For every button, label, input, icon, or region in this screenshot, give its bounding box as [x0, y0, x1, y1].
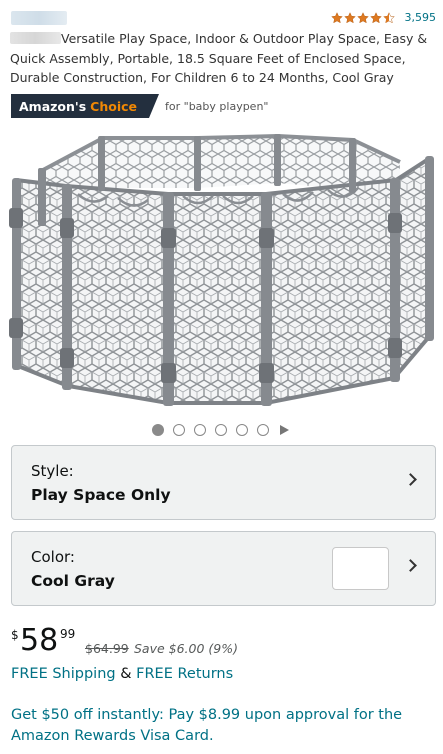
brand-link-blurred[interactable]: [11, 11, 67, 25]
price-cents: 99: [60, 627, 76, 641]
badge-accent: Choice: [90, 98, 138, 114]
free-returns-link[interactable]: FREE Returns: [136, 666, 233, 682]
product-title: Versatile Play Space, Indoor & Outdoor P…: [10, 29, 433, 88]
badge-prefix: Amazon's: [19, 98, 87, 114]
star-icon: [369, 11, 382, 23]
back-panel: [103, 138, 198, 188]
image-pager[interactable]: [152, 424, 289, 436]
star-icon: [343, 11, 356, 23]
free-shipping-link[interactable]: FREE Shipping: [11, 666, 116, 682]
style-selector[interactable]: Style: Play Space Only: [11, 445, 436, 520]
star-icon: [330, 11, 343, 23]
list-price: $64.99: [85, 641, 129, 656]
rewards-card-promo-link[interactable]: Get $50 off instantly: Pay $8.99 upon ap…: [11, 705, 436, 747]
color-swatch: [332, 547, 389, 590]
price-block: $ 58 99 $64.99 Save $6.00 (9%): [11, 624, 431, 660]
pager-dot[interactable]: [215, 424, 227, 436]
price-dollars: 58: [20, 623, 59, 658]
color-selector[interactable]: Color: Cool Gray: [11, 531, 436, 606]
front-panel: [66, 186, 168, 403]
badge-tail-shape: [149, 94, 160, 118]
half-star-icon: [382, 11, 395, 23]
rating[interactable]: 3,595: [330, 11, 437, 24]
choice-keyword: for "baby playpen": [165, 99, 269, 113]
style-value: Play Space Only: [31, 486, 171, 504]
shipping-line: FREE Shipping & FREE Returns: [11, 666, 233, 682]
brand-name-blurred: [10, 32, 61, 44]
front-panel: [266, 180, 396, 403]
price-currency: $: [11, 628, 19, 642]
amazons-choice-badge[interactable]: Amazon's Choice: [11, 94, 150, 118]
product-image-playpen[interactable]: [8, 128, 436, 416]
shipping-joiner: &: [120, 666, 132, 682]
pager-dot[interactable]: [194, 424, 206, 436]
style-label: Style:: [31, 462, 74, 480]
pager-dot[interactable]: [152, 424, 164, 436]
back-panel: [198, 136, 278, 188]
color-label: Color:: [31, 548, 75, 566]
pager-dot[interactable]: [236, 424, 248, 436]
product-title-text: Versatile Play Space, Indoor & Outdoor P…: [10, 31, 428, 85]
back-panel: [278, 136, 353, 190]
review-count-link[interactable]: 3,595: [405, 11, 437, 24]
amazons-choice-row[interactable]: Amazon's Choice for "baby playpen": [11, 94, 268, 118]
video-play-icon[interactable]: [280, 425, 289, 435]
star-rating[interactable]: [330, 11, 395, 24]
pager-dot[interactable]: [173, 424, 185, 436]
front-panel: [168, 194, 266, 403]
pager-dot[interactable]: [257, 424, 269, 436]
header-row: 3,595: [11, 10, 436, 28]
savings-text: Save $6.00 (9%): [134, 641, 238, 656]
chevron-right-icon: [404, 559, 417, 572]
color-value: Cool Gray: [31, 572, 115, 590]
chevron-right-icon: [404, 473, 417, 486]
star-icon: [356, 11, 369, 23]
